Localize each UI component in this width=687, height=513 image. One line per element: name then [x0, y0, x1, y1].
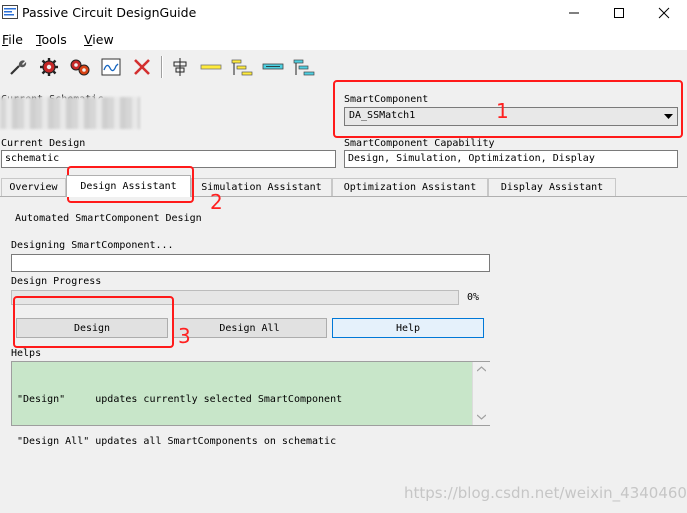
help-line: "Design" updates currently selected Smar… [17, 394, 343, 405]
title-bar: Passive Circuit DesignGuide [0, 0, 687, 28]
smart-design-button[interactable] [36, 54, 62, 80]
delete-button[interactable] [129, 54, 155, 80]
capability-field[interactable]: Design, Simulation, Optimization, Displa… [344, 150, 678, 168]
smart-design-all-button[interactable] [67, 54, 93, 80]
tab-overview[interactable]: Overview [1, 178, 66, 196]
current-design-label: Current Design [1, 138, 86, 149]
wrench-icon [10, 60, 27, 75]
stair-icon [231, 59, 253, 76]
scroll-up-icon [477, 366, 486, 372]
help-button[interactable]: Help [332, 318, 484, 338]
toolbar [0, 50, 687, 84]
waveform-icon [101, 58, 121, 76]
help-text-area[interactable]: "Design" updates currently selected Smar… [11, 361, 490, 447]
line-yellow-button[interactable] [198, 54, 224, 80]
capability-label: SmartComponent Capability [344, 138, 495, 149]
stair-button[interactable] [229, 54, 255, 80]
menu-file[interactable]: File [2, 32, 23, 47]
toolbar-separator [161, 56, 163, 78]
annotation-number-3: 3 [178, 324, 191, 348]
tab-display-assistant[interactable]: Display Assistant [488, 178, 616, 196]
minimize-button[interactable] [551, 0, 597, 26]
align-icon [173, 58, 187, 76]
annotation-number-2: 2 [210, 190, 223, 214]
watermark-text: https://blog.csdn.net/weixin_43404609 [404, 484, 687, 502]
tab-optimization-assistant[interactable]: Optimization Assistant [332, 178, 488, 196]
scroll-down-icon [477, 414, 486, 420]
close-button[interactable] [641, 0, 687, 26]
close-icon [658, 7, 670, 19]
app-icon [2, 5, 18, 19]
line-cyan-button[interactable] [260, 54, 286, 80]
window-title: Passive Circuit DesignGuide [22, 5, 197, 20]
progress-label: Design Progress [11, 276, 102, 287]
line-cyan-icon [262, 63, 284, 70]
delete-x-icon [134, 59, 150, 75]
annotation-number-1: 1 [496, 99, 509, 123]
panel-heading: Automated SmartComponent Design [15, 213, 202, 224]
progress-percent: 0% [467, 292, 480, 303]
menu-tools[interactable]: Tools [36, 32, 67, 47]
stair2-icon [293, 59, 315, 76]
helps-label: Helps [11, 348, 42, 359]
designing-field[interactable] [11, 254, 490, 272]
wrench-tool-button[interactable] [5, 54, 31, 80]
minimize-icon [569, 12, 579, 14]
maximize-icon [614, 8, 624, 18]
redacted-schematic-value [0, 97, 140, 129]
annotation-box-3 [13, 296, 174, 348]
designing-label: Designing SmartComponent... [11, 240, 174, 251]
design-all-button[interactable]: Design All [172, 318, 327, 338]
gear-red-icon [40, 58, 58, 76]
tab-design-assistant[interactable]: Design Assistant [66, 175, 191, 197]
gears-icon [70, 59, 90, 76]
help-scrollbar[interactable] [472, 362, 490, 425]
align-button[interactable] [167, 54, 193, 80]
help-line: "Design All" updates all SmartComponents… [17, 436, 337, 447]
stair2-button[interactable] [291, 54, 317, 80]
maximize-button[interactable] [596, 0, 642, 26]
display-button[interactable] [98, 54, 124, 80]
line-yellow-icon [200, 64, 222, 70]
menu-view[interactable]: View [84, 32, 114, 47]
menu-bar: File Tools View [0, 28, 687, 50]
